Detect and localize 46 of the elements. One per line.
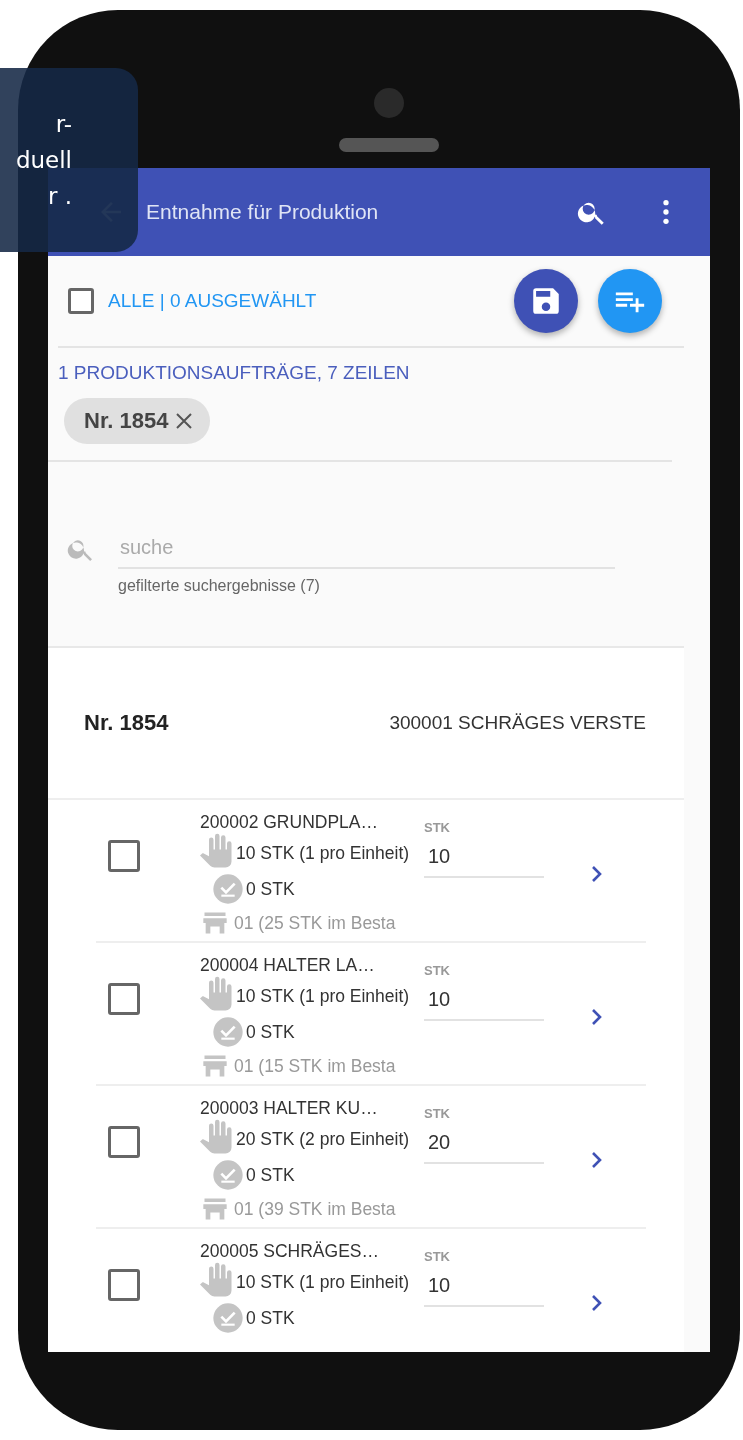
order-number: Nr. 1854 xyxy=(84,710,169,736)
required-quantity: 20 STK (2 pro Einheit) xyxy=(236,1129,410,1149)
order-article: 300001 SCHRÄGES VERSTE xyxy=(389,712,646,734)
item-name: 200003 HALTER KU… xyxy=(200,1098,379,1119)
select-all-checkbox[interactable] xyxy=(68,288,94,314)
app-title: Entnahme für Produktion xyxy=(146,200,380,224)
taken-quantity: 0 STK xyxy=(246,1022,295,1042)
filter-chip[interactable]: Nr. 1854 xyxy=(64,398,211,444)
quantity-label: STK xyxy=(424,1106,451,1121)
quantity-label: STK xyxy=(424,963,451,978)
quantity-field[interactable]: 10 xyxy=(424,835,544,878)
item-checkbox[interactable] xyxy=(108,840,140,872)
add-to-list-button[interactable] xyxy=(598,269,662,333)
check-circle-icon xyxy=(212,1302,244,1334)
search-field[interactable]: suche xyxy=(118,532,615,569)
quantity-label: STK xyxy=(424,1249,451,1264)
stock-info: 01 (39 STK im Besta xyxy=(234,1198,396,1220)
check-circle-icon xyxy=(212,1159,244,1191)
tooltip-text: duell xyxy=(15,146,72,175)
tooltip-text: r- xyxy=(55,110,72,139)
summary-text: 1 PRODUKTIONSAUFTRÄGE, 7 ZEILEN xyxy=(58,362,411,384)
required-quantity: 10 STK (1 pro Einheit) xyxy=(236,1272,410,1292)
speaker-icon xyxy=(339,138,439,152)
save-button[interactable] xyxy=(514,269,578,333)
quantity-label: STK xyxy=(424,820,451,835)
item-name: 200004 HALTER LA… xyxy=(200,955,376,976)
search-helper-text: gefilterte suchergebnisse (7) xyxy=(118,577,321,595)
item-checkbox[interactable] xyxy=(108,1269,140,1301)
stock-info: 01 (15 STK im Besta xyxy=(234,1055,396,1077)
camera-icon xyxy=(374,88,404,118)
item-checkbox[interactable] xyxy=(108,983,140,1015)
quantity-field[interactable]: 20 xyxy=(424,1121,544,1164)
item-name: 200005 SCHRÄGES… xyxy=(200,1241,380,1262)
stock-info: 01 (25 STK im Besta xyxy=(234,912,396,934)
check-circle-icon xyxy=(212,1016,244,1048)
item-name: 200002 GRUNDPLA… xyxy=(200,812,379,833)
taken-quantity: 0 STK xyxy=(246,879,295,899)
taken-quantity: 0 STK xyxy=(246,1308,295,1328)
taken-quantity: 0 STK xyxy=(246,1165,295,1185)
item-checkbox[interactable] xyxy=(108,1126,140,1158)
tooltip-text: r . xyxy=(47,182,72,211)
required-quantity: 10 STK (1 pro Einheit) xyxy=(236,843,410,863)
check-circle-icon xyxy=(212,873,244,905)
required-quantity: 10 STK (1 pro Einheit) xyxy=(236,986,410,1006)
quantity-field[interactable]: 10 xyxy=(424,978,544,1021)
quantity-field[interactable]: 10 xyxy=(424,1264,544,1307)
